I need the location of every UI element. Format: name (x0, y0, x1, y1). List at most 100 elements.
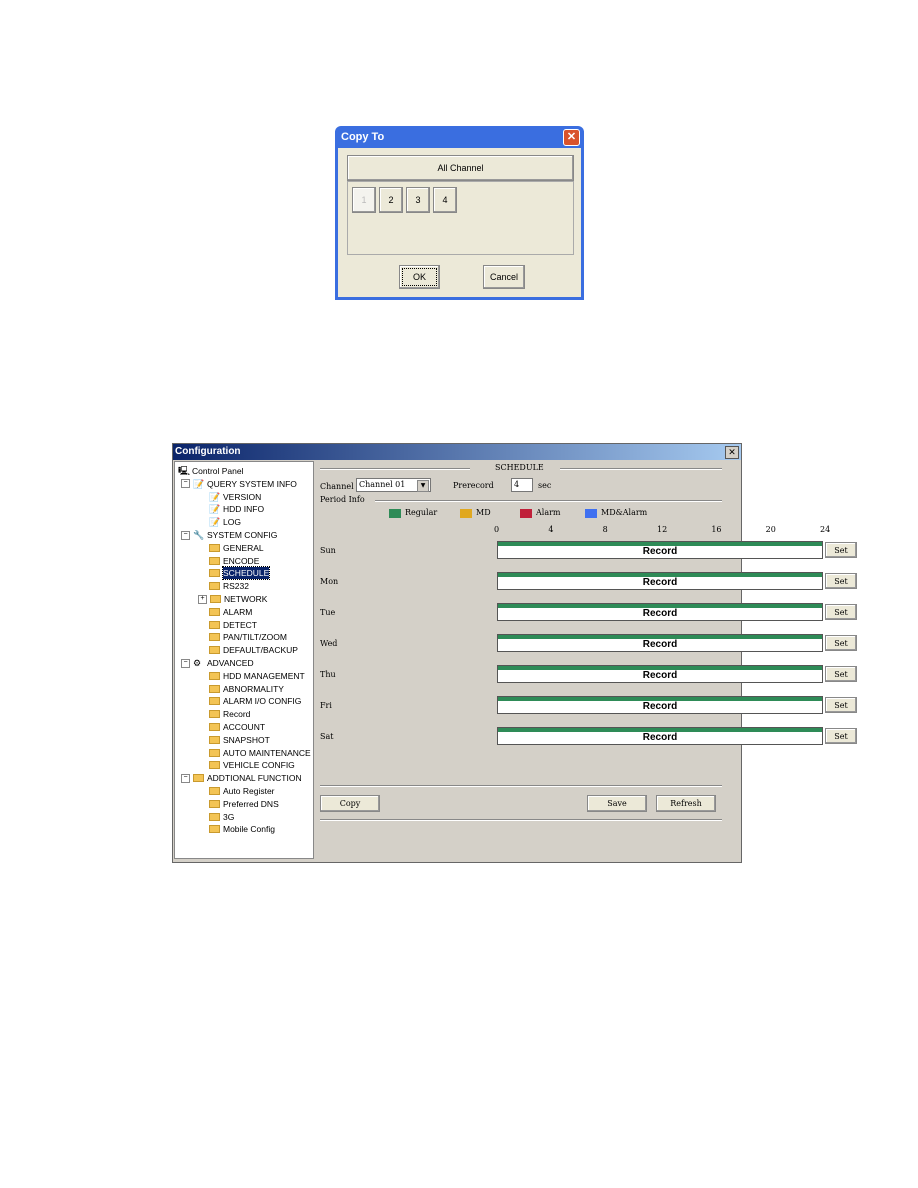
legend-item: MD&Alarm (585, 508, 647, 518)
tree-item-label: LOG (223, 517, 241, 528)
folder-icon (209, 646, 220, 655)
collapse-icon[interactable]: − (181, 479, 190, 489)
tree-item-label: HDD INFO (223, 504, 265, 515)
tree-item-label: VEHICLE CONFIG (223, 760, 295, 771)
tree-item[interactable]: − 🔧 SYSTEM CONFIG (181, 529, 277, 541)
set-button[interactable]: Set (825, 666, 857, 682)
timeline-text: Record (642, 732, 678, 743)
channel-1-button[interactable]: 1 (352, 187, 376, 213)
timeline-bar[interactable]: Record (497, 727, 823, 745)
tree-item[interactable]: GENERAL (198, 542, 264, 554)
notepad-icon: 📝 (209, 491, 221, 502)
tree-item[interactable]: HDD MANAGEMENT (198, 670, 305, 682)
expand-icon[interactable]: + (198, 594, 207, 604)
timeline-text: Record (642, 639, 678, 650)
set-button[interactable]: Set (825, 728, 857, 744)
collapse-icon[interactable]: − (181, 773, 190, 783)
tree-item[interactable]: SNAPSHOT (198, 734, 270, 746)
collapse-icon[interactable]: − (181, 658, 190, 668)
tree-item[interactable]: PAN/TILT/ZOOM (198, 631, 287, 643)
channel-4-button[interactable]: 4 (433, 187, 457, 213)
copy-button[interactable]: Copy (320, 795, 380, 812)
tree-item-label: ENCODE (223, 555, 260, 566)
tree-item[interactable]: 📝 LOG (198, 516, 241, 528)
tree-item[interactable]: − ⚙ ADVANCED (181, 657, 254, 669)
tree-item[interactable]: 📝 HDD INFO (198, 503, 264, 515)
tree-item[interactable]: Preferred DNS (198, 798, 279, 810)
day-label: Fri (320, 701, 332, 710)
channel-3-button[interactable]: 3 (406, 187, 430, 213)
tree-item[interactable]: SCHEDULE (198, 566, 271, 581)
tree-item-label: NETWORK (224, 594, 268, 604)
tree-item[interactable]: ENCODE (198, 555, 259, 567)
folder-icon (209, 723, 220, 731)
tree-item-label: DEFAULT/BACKUP (223, 645, 298, 656)
save-button[interactable]: Save (587, 795, 647, 812)
hour-tick-label: 20 (765, 525, 776, 534)
folder-icon (209, 710, 220, 719)
set-button[interactable]: Set (825, 697, 857, 713)
legend-swatch (389, 508, 401, 518)
tree-item-label: HDD MANAGEMENT (223, 670, 305, 681)
timeline-bar[interactable]: Record (497, 603, 823, 621)
tree-item[interactable]: + NETWORK (198, 593, 267, 605)
tree-item[interactable]: − ADDTIONAL FUNCTION (181, 772, 302, 784)
set-button[interactable]: Set (825, 635, 857, 651)
timeline-bar[interactable]: Record (497, 634, 823, 652)
hour-tick-label: 4 (548, 525, 554, 534)
timeline-bar[interactable]: Record (497, 696, 823, 714)
hour-tick-label: 0 (494, 525, 500, 534)
collapse-icon[interactable]: − (181, 530, 190, 540)
folder-icon (209, 684, 220, 693)
tree-item[interactable]: ACCOUNT (198, 721, 265, 733)
cancel-button[interactable]: Cancel (483, 265, 525, 289)
notepad-icon: 📝 (209, 504, 221, 515)
tree-item[interactable]: 🖳 Control Panel (178, 465, 244, 477)
tree-item-label: ACCOUNT (223, 722, 266, 732)
tree-item[interactable]: Record (198, 708, 250, 720)
tree-item-label: RS232 (223, 581, 249, 592)
tree-item[interactable]: VEHICLE CONFIG (198, 759, 295, 771)
channel-select[interactable]: Channel 01 ▼ (356, 478, 431, 492)
tree-item[interactable]: 📝 VERSION (198, 491, 261, 503)
tree-item[interactable]: DETECT (198, 619, 257, 631)
sec-label: sec (538, 481, 552, 490)
close-button[interactable]: ✕ (725, 446, 739, 459)
timeline-bar[interactable]: Record (497, 572, 823, 590)
computer-icon: 🖳 (178, 466, 191, 476)
timeline-bar[interactable]: Record (497, 541, 823, 559)
tree-item[interactable]: Auto Register (198, 785, 275, 797)
tree-item[interactable]: 3G (198, 811, 234, 823)
tree-item[interactable]: ABNORMALITY (198, 683, 284, 695)
tree-item[interactable]: DEFAULT/BACKUP (198, 644, 298, 656)
tree-item-label: Mobile Config (223, 824, 275, 835)
refresh-button[interactable]: Refresh (656, 795, 716, 812)
tree-item-label: SNAPSHOT (223, 734, 270, 745)
ok-button[interactable]: OK (399, 265, 440, 289)
tree-item-label: SCHEDULE (221, 566, 271, 581)
tree-item[interactable]: ALARM (198, 606, 252, 618)
day-label: Thu (320, 670, 336, 679)
folder-icon (209, 607, 220, 616)
timeline-bar[interactable]: Record (497, 665, 823, 683)
set-button[interactable]: Set (825, 604, 857, 620)
tree-item-label: ABNORMALITY (223, 683, 284, 694)
tree-item[interactable]: RS232 (198, 580, 249, 592)
folder-icon (193, 774, 204, 783)
hour-tick-label: 24 (820, 525, 831, 534)
chevron-down-icon[interactable]: ▼ (417, 480, 429, 492)
tree-item[interactable]: AUTO MAINTENANCE (198, 747, 311, 759)
tree-item-label: ALARM (223, 606, 253, 617)
prerecord-input[interactable]: 4 (511, 478, 533, 492)
tree-item[interactable]: − 📝 QUERY SYSTEM INFO (181, 478, 297, 490)
schedule-heading: SCHEDULE (495, 463, 544, 472)
all-channel-button[interactable]: All Channel (347, 155, 574, 181)
channel-2-button[interactable]: 2 (379, 187, 403, 213)
legend-item: Alarm (520, 508, 561, 518)
close-icon[interactable]: ✕ (563, 129, 580, 146)
set-button[interactable]: Set (825, 542, 857, 558)
tree-item[interactable]: ALARM I/O CONFIG (198, 695, 301, 707)
tree-item[interactable]: Mobile Config (198, 823, 275, 835)
set-button[interactable]: Set (825, 573, 857, 589)
timeline-text: Record (642, 670, 678, 681)
